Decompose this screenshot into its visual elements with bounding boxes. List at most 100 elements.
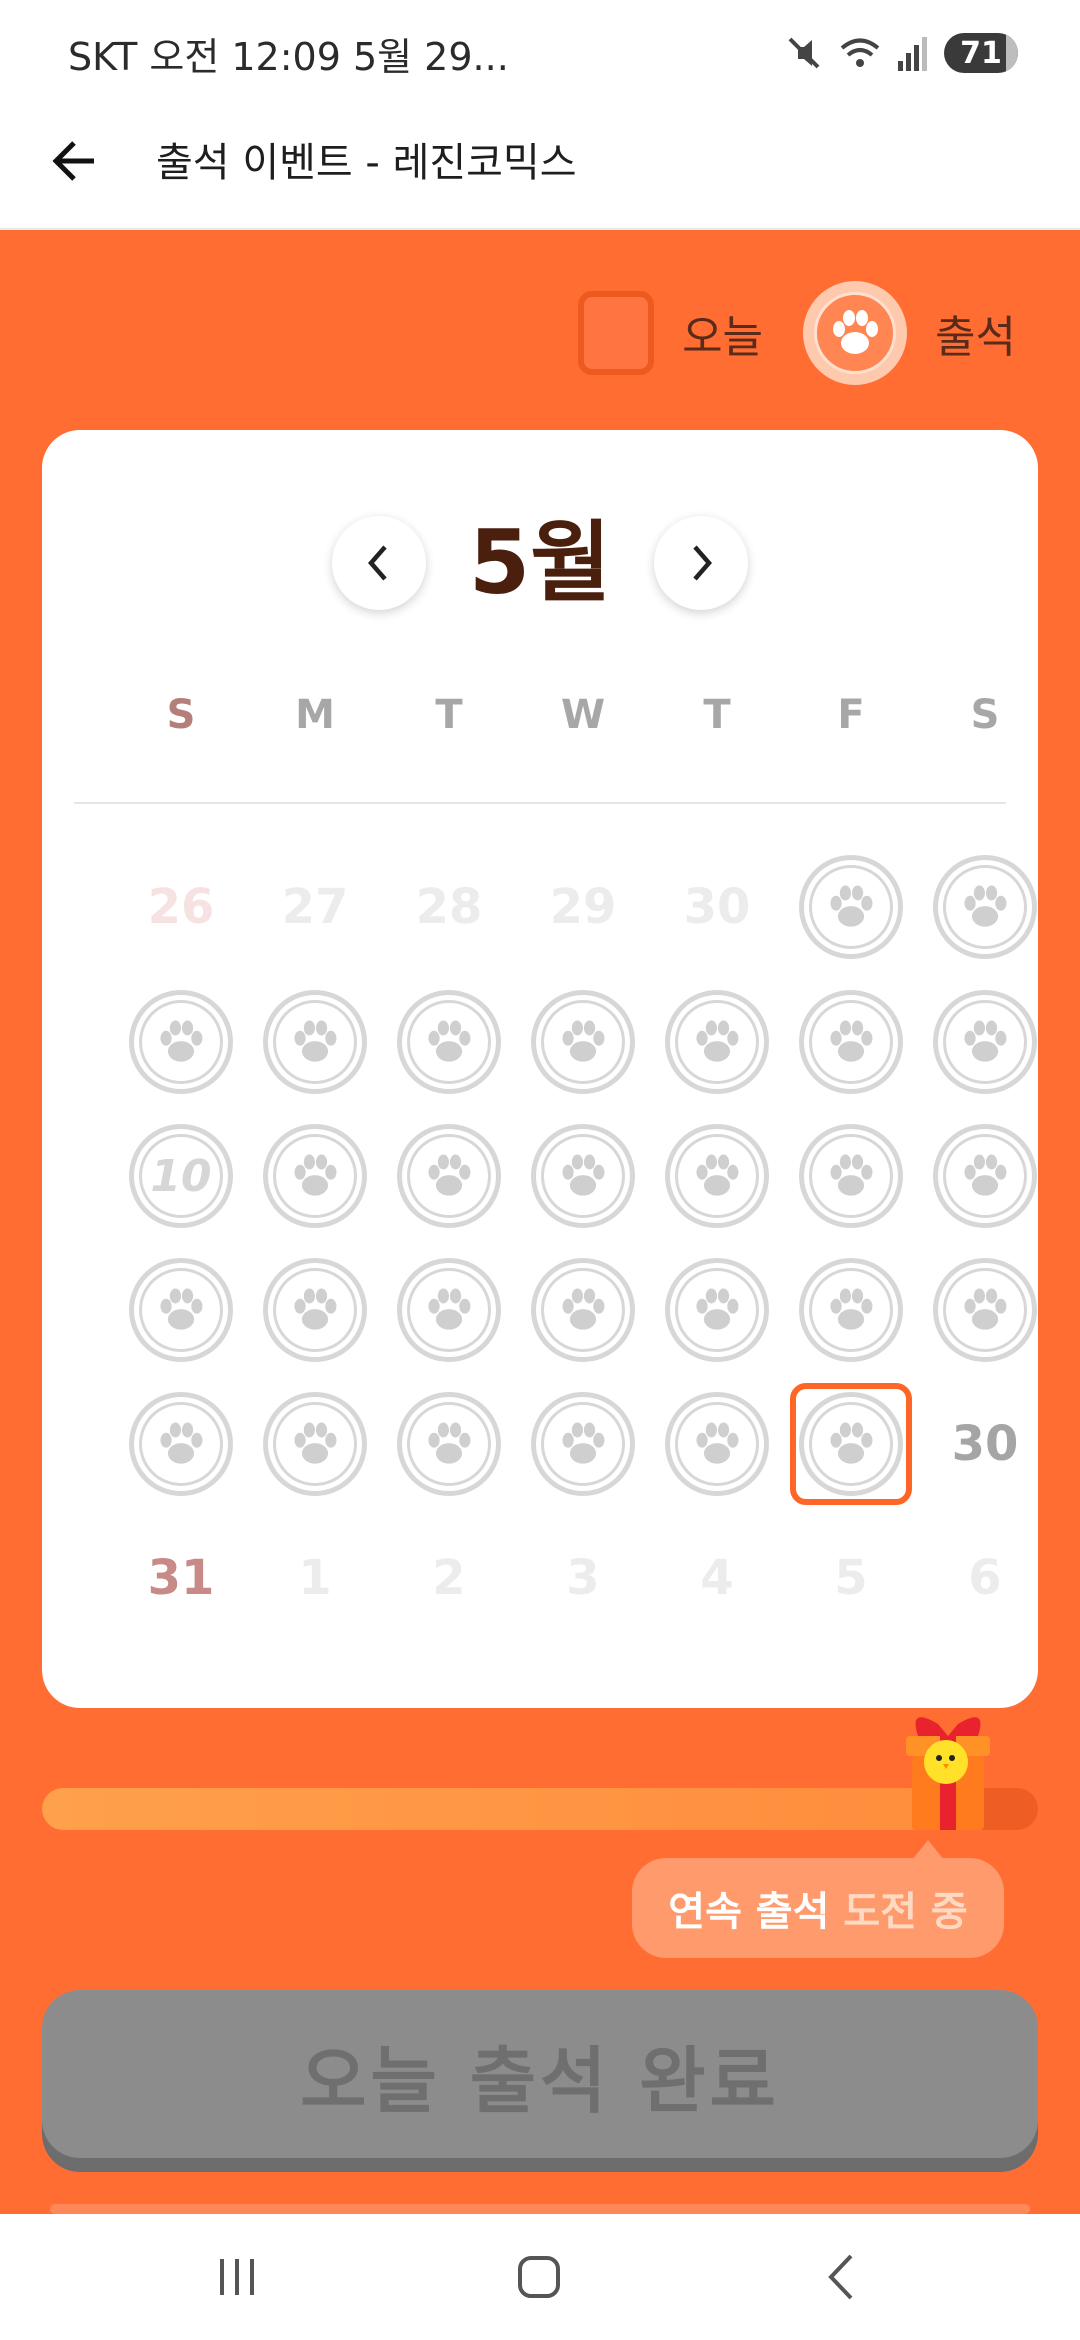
status-bar: SKT 오전 12:09 5월 29... 71 [0, 0, 1080, 100]
streak-bubble: 연속 출석 도전 중 [632, 1840, 1004, 1958]
calendar-day-stamped [259, 1388, 371, 1500]
paw-icon [830, 1020, 873, 1062]
gift-chick-icon [906, 1717, 990, 1830]
calendar-day-stamped [661, 1120, 773, 1232]
paw-icon [562, 1422, 605, 1464]
battery-icon: 71 [944, 33, 1018, 73]
calendar-day-stamped [393, 1120, 505, 1232]
attendance-complete-button[interactable]: 오늘 출석 완료 [42, 1990, 1038, 2158]
attendance-stamp [129, 990, 233, 1094]
calendar-day-stamped [125, 986, 237, 1098]
calendar-day-stamped [929, 851, 1041, 963]
attendance-stamp [397, 1124, 501, 1228]
attendance-stamp [397, 1392, 501, 1496]
battery-level: 71 [960, 35, 1002, 71]
legend-today-swatch [578, 291, 655, 375]
paw-icon [696, 1288, 739, 1330]
attendance-stamp [397, 990, 501, 1094]
calendar-day-number: 30 [683, 879, 751, 935]
signal-icon [898, 37, 927, 71]
calendar-day-stamped [393, 986, 505, 1098]
system-nav-bar [0, 2214, 1080, 2340]
attendance-stamp [263, 1392, 367, 1496]
calendar-day-stamped [125, 1254, 237, 1366]
calendar-day: 4 [661, 1522, 773, 1634]
attendance-stamp [531, 1392, 635, 1496]
calendar-day-stamped [929, 1254, 1041, 1366]
attendance-stamp [531, 1258, 635, 1362]
attendance-stamp [129, 1392, 233, 1496]
calendar-day-stamped [527, 1120, 639, 1232]
paw-icon [833, 310, 879, 354]
attendance-stamp [665, 1258, 769, 1362]
paw-icon [964, 1154, 1007, 1196]
paw-icon [562, 1154, 605, 1196]
recent-apps-button[interactable] [192, 2244, 282, 2310]
paw-icon [294, 1154, 337, 1196]
paw-icon [428, 1288, 471, 1330]
paw-icon [830, 1422, 873, 1464]
calendar-day: 27 [259, 851, 371, 963]
attendance-stamp [129, 1258, 233, 1362]
system-back-button[interactable] [796, 2244, 886, 2310]
calendar-day: 30 [661, 851, 773, 963]
calendar-day-stamped [661, 1254, 773, 1366]
calendar-day-number: 26 [147, 879, 215, 935]
paw-icon [830, 1288, 873, 1330]
calendar-day: 5 [795, 1522, 907, 1634]
attendance-stamp [665, 1124, 769, 1228]
paw-icon [160, 1422, 203, 1464]
calendar-day-stamped [795, 1120, 907, 1232]
attendance-stamp [397, 1258, 501, 1362]
attendance-stamp [799, 855, 903, 959]
calendar-day-number: 3 [566, 1550, 600, 1606]
paw-icon [696, 1020, 739, 1062]
calendar-day-stamped [259, 986, 371, 1098]
attendance-stamp [531, 990, 635, 1094]
calendar-day-number: 4 [700, 1550, 734, 1606]
calendar-day: 2 [393, 1522, 505, 1634]
calendar-day: 28 [393, 851, 505, 963]
paw-icon [562, 1020, 605, 1062]
paw-icon [160, 1288, 203, 1330]
calendar-day-number: 29 [549, 879, 617, 935]
paw-icon [562, 1288, 605, 1330]
home-button[interactable] [494, 2244, 584, 2310]
page-title: 출석 이벤트 - 레진코믹스 [156, 140, 577, 186]
calendar-card: 5월 SMTWTFS 26 27 28 29 30 10 30 31 1 2 3 4 5 6 [42, 430, 1038, 1708]
calendar-day-number: 1 [298, 1550, 332, 1606]
calendar-day-stamped [527, 1388, 639, 1500]
paw-icon [964, 1288, 1007, 1330]
attendance-stamp [263, 1124, 367, 1228]
calendar-day: 30 [929, 1388, 1041, 1500]
attendance-stamp [933, 990, 1037, 1094]
calendar-day-number: 2 [432, 1550, 466, 1606]
back-icon [828, 2254, 853, 2300]
paw-icon [428, 1422, 471, 1464]
paw-icon [964, 885, 1007, 927]
calendar-day-number: 6 [968, 1550, 1002, 1606]
home-icon [518, 2256, 560, 2298]
paw-icon [294, 1288, 337, 1330]
attendance-stamp [531, 1124, 635, 1228]
calendar-day-stamped: 10 [125, 1120, 237, 1232]
status-carrier-time: SKT 오전 12:09 5월 29... [68, 35, 509, 79]
calendar-day-stamped [795, 1388, 907, 1500]
paw-icon [428, 1020, 471, 1062]
streak-bubble-highlight: 도전 중 [843, 1889, 968, 1935]
back-button[interactable] [40, 126, 110, 196]
paw-icon [964, 1020, 1007, 1062]
calendar-day-stamped [393, 1388, 505, 1500]
calendar-day: 6 [929, 1522, 1041, 1634]
legend-attend-label: 출석 [935, 312, 1016, 363]
calendar-day-number: 28 [415, 879, 483, 935]
paw-icon [294, 1020, 337, 1062]
attendance-stamp [799, 1258, 903, 1362]
recent-apps-icon [220, 2259, 254, 2295]
calendar-day-number: 30 [951, 1416, 1019, 1472]
calendar-day-stamped [393, 1254, 505, 1366]
calendar-day-number: 5 [834, 1550, 868, 1606]
paw-icon [696, 1154, 739, 1196]
mute-icon [788, 37, 820, 69]
calendar-day-stamped [259, 1254, 371, 1366]
